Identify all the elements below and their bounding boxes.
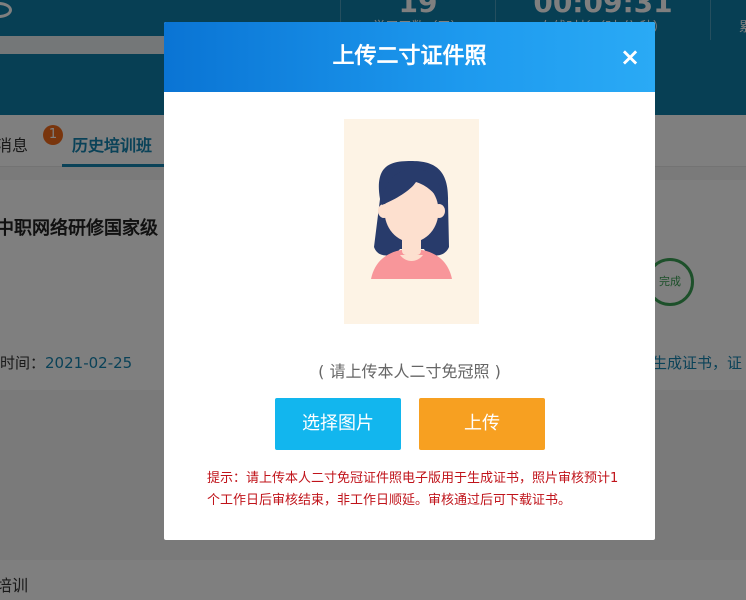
photo-hint: ( 请上传本人二寸免冠照 ): [318, 362, 501, 381]
upload-button[interactable]: 上传: [419, 398, 545, 450]
avatar-placeholder-icon: [371, 161, 452, 279]
upload-notice: 提示：请上传本人二寸免冠证件照电子版用于生成证书，照片审核预计1个工作日后审核结…: [207, 471, 619, 508]
close-icon[interactable]: ×: [620, 44, 640, 70]
select-image-button[interactable]: 选择图片: [275, 398, 401, 450]
dialog-title: 上传二寸证件照: [332, 44, 487, 69]
dialog-header: 上传二寸证件照 ×: [164, 22, 655, 92]
photo-preview: [344, 119, 479, 324]
upload-photo-dialog: 上传二寸证件照 × ( 请上传本人二寸免冠照 ) 选择图片 上传 提示：请上传本…: [164, 22, 655, 540]
